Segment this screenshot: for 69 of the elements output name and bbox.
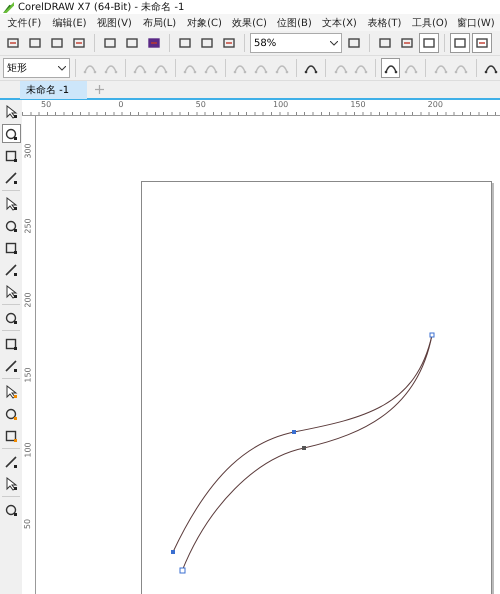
ruler-label: 100: [272, 100, 290, 111]
frame-icon: [147, 36, 161, 50]
ruler-label: 250: [24, 218, 34, 234]
zoom-dropdown[interactable]: 58%: [250, 33, 342, 53]
ruler-label: 200: [24, 292, 34, 308]
menu-item[interactable]: 布局(L): [137, 16, 182, 30]
frame-icon: [378, 36, 392, 50]
line-icon: [4, 170, 18, 184]
ruler-label: 150: [24, 367, 34, 383]
frame-icon: [72, 36, 86, 50]
pointer-icon: [4, 104, 18, 118]
square-icon: [4, 148, 18, 162]
menu-item[interactable]: 位图(B): [272, 16, 317, 30]
toolbar-button[interactable]: [472, 33, 492, 53]
toolbar-button[interactable]: [450, 33, 470, 53]
menu-item[interactable]: 视图(V): [92, 16, 137, 30]
line-icon: [4, 454, 18, 468]
window-title: CorelDRAW X7 (64-Bit) - 未命名 -1: [18, 0, 184, 14]
ruler-label: 0: [117, 100, 124, 111]
square-icon: [4, 240, 18, 254]
toolbar-button[interactable]: [381, 58, 400, 78]
shape-dropdown[interactable]: 矩形: [3, 58, 70, 78]
toolbar-button[interactable]: [419, 33, 439, 53]
caret-icon: [330, 40, 338, 46]
document-tab[interactable]: 未命名 -1: [20, 80, 87, 98]
circle-icon: [4, 126, 18, 140]
ruler-label: 100: [24, 442, 34, 458]
circle-icon: [4, 406, 18, 420]
caret-icon: [58, 66, 66, 70]
frame-icon: [178, 36, 192, 50]
line-icon: [4, 262, 18, 276]
frame-icon: [222, 36, 236, 50]
pointer-icon: [4, 284, 18, 298]
tool-button[interactable]: [2, 124, 20, 143]
frame-icon: [103, 36, 117, 50]
menu-item[interactable]: 文件(F): [2, 16, 47, 30]
ruler-label: 50: [194, 100, 207, 111]
ruler-label: 50: [40, 100, 52, 111]
menu-item[interactable]: 工具(O): [407, 16, 452, 30]
pointer-icon: [4, 196, 18, 210]
app-logo-icon: [3, 2, 14, 12]
ruler-label: 50: [24, 519, 34, 530]
pointer-icon: [4, 384, 18, 398]
menu-item[interactable]: 对象(C): [182, 16, 227, 30]
frame-icon: [28, 36, 42, 50]
circle-icon: [4, 310, 18, 324]
frame-icon: [475, 36, 489, 50]
menu-item[interactable]: 编辑(E): [47, 16, 92, 30]
line-icon: [4, 358, 18, 372]
frame-icon: [50, 36, 64, 50]
ruler-label: 200: [426, 100, 444, 111]
menu-item[interactable]: 效果(C): [227, 16, 272, 30]
frame-icon: [422, 36, 436, 50]
frame-icon: [453, 36, 467, 50]
frame-icon: [200, 36, 214, 50]
menu-item[interactable]: 表格(T): [362, 16, 407, 30]
ruler-label: 150: [349, 100, 367, 111]
circle-icon: [4, 502, 18, 516]
menu-item[interactable]: 窗口(W): [452, 16, 497, 30]
square-icon: [4, 336, 18, 350]
frame-icon: [347, 36, 361, 50]
circle-icon: [4, 218, 18, 232]
frame-icon: [6, 36, 20, 50]
pointer-icon: [4, 476, 18, 490]
frame-icon: [125, 36, 139, 50]
frame-icon: [400, 36, 414, 50]
square-icon: [4, 428, 18, 442]
menu-item[interactable]: 文本(X): [317, 16, 362, 30]
ruler-label: 300: [24, 143, 34, 159]
